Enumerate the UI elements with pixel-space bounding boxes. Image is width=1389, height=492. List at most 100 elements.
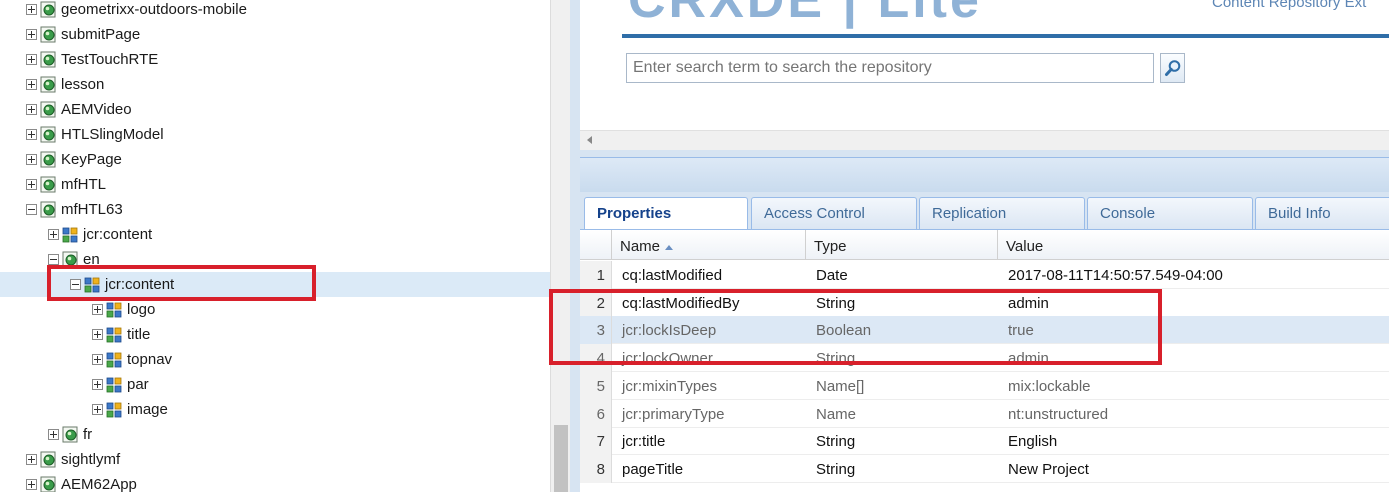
- tree-node-label: AEM62App: [61, 476, 137, 492]
- expand-icon[interactable]: [26, 479, 37, 490]
- property-name: cq:lastModifiedBy: [622, 294, 740, 312]
- scroll-left-arrow-icon[interactable]: [587, 136, 592, 144]
- property-value: nt:unstructured: [1008, 405, 1109, 423]
- tree-node[interactable]: mfHTL63: [0, 197, 550, 222]
- expand-icon[interactable]: [48, 229, 59, 240]
- header-horizontal-scrollbar[interactable]: [580, 130, 1389, 150]
- tree-node[interactable]: AEMVideo: [0, 97, 550, 122]
- tree-node[interactable]: KeyPage: [0, 147, 550, 172]
- table-row[interactable]: 4 jcr:lockOwner String admin: [580, 344, 1389, 373]
- row-number: 3: [580, 316, 612, 345]
- tab-replication[interactable]: Replication: [919, 197, 1085, 229]
- property-name: jcr:primaryType: [622, 405, 725, 423]
- tree-node-label: TestTouchRTE: [61, 51, 159, 68]
- app-logo: CRXDE | Lite: [628, 0, 982, 29]
- expand-icon[interactable]: [26, 29, 37, 40]
- expand-icon[interactable]: [92, 404, 103, 415]
- tree-node[interactable]: TestTouchRTE: [0, 47, 550, 72]
- table-row[interactable]: 3 jcr:lockIsDeep Boolean true: [580, 316, 1389, 345]
- tree-node-label: fr: [83, 426, 93, 443]
- collapse-icon[interactable]: [26, 204, 37, 215]
- table-row[interactable]: 1 cq:lastModified Date 2017-08-11T14:50:57.…: [580, 261, 1389, 289]
- tab-build-info[interactable]: Build Info: [1255, 197, 1389, 229]
- tree-node[interactable]: image: [0, 397, 550, 422]
- panel-title-bar: [580, 157, 1389, 192]
- property-name: jcr:lockIsDeep: [622, 322, 717, 340]
- property-value: English: [1008, 433, 1058, 451]
- table-row[interactable]: 5 jcr:mixinTypes Name[] mix:lockable: [580, 371, 1389, 400]
- collapse-icon[interactable]: [70, 279, 81, 290]
- tab-console[interactable]: Console: [1087, 197, 1253, 229]
- column-header-type[interactable]: Type: [806, 230, 998, 260]
- expand-icon[interactable]: [26, 154, 37, 165]
- tree-scrollbar-thumb[interactable]: [554, 425, 568, 492]
- tab-properties[interactable]: Properties: [584, 197, 748, 230]
- expand-icon[interactable]: [92, 379, 103, 390]
- expand-icon[interactable]: [48, 429, 59, 440]
- property-type: String: [816, 433, 856, 451]
- search-button[interactable]: [1160, 53, 1185, 83]
- tree-node[interactable]: HTLSlingModel: [0, 122, 550, 147]
- tree-node[interactable]: jcr:content: [0, 222, 550, 247]
- page-node-icon: [40, 176, 56, 193]
- tree-node[interactable]: logo: [0, 297, 550, 322]
- expand-icon[interactable]: [26, 129, 37, 140]
- tree-node-label: topnav: [127, 351, 173, 368]
- tree-scrollbar[interactable]: [550, 0, 570, 492]
- right-panel: CRXDE | Lite Content Repository Ext Prop…: [570, 0, 1389, 492]
- expand-icon[interactable]: [92, 329, 103, 340]
- page-node-icon: [40, 151, 56, 168]
- tree-node-label: title: [127, 326, 151, 343]
- tree-node[interactable]: fr: [0, 422, 550, 447]
- property-value: true: [1008, 322, 1034, 340]
- tree-node-label: mfHTL: [61, 176, 106, 193]
- table-row[interactable]: 2 cq:lastModifiedBy String admin: [580, 288, 1389, 317]
- expand-icon[interactable]: [26, 454, 37, 465]
- tree-node[interactable]: title: [0, 322, 550, 347]
- tree-node[interactable]: geometrixx-outdoors-mobile: [0, 0, 550, 22]
- expand-icon[interactable]: [26, 104, 37, 115]
- expand-icon[interactable]: [26, 179, 37, 190]
- tree-node[interactable]: submitPage: [0, 22, 550, 47]
- grid-header: Name Type Value: [580, 230, 1389, 260]
- tree-node[interactable]: topnav: [0, 347, 550, 372]
- tree-node[interactable]: mfHTL: [0, 172, 550, 197]
- page-node-icon: [62, 426, 78, 443]
- expand-icon[interactable]: [26, 79, 37, 90]
- page-node-icon: [40, 451, 56, 468]
- expand-icon[interactable]: [26, 4, 37, 15]
- expand-icon[interactable]: [92, 304, 103, 315]
- page-node-icon: [40, 126, 56, 143]
- app-header: CRXDE | Lite Content Repository Ext: [580, 0, 1389, 150]
- table-row[interactable]: 7 jcr:title String English: [580, 427, 1389, 456]
- tree-node-label: mfHTL63: [61, 201, 123, 218]
- tab-access-control[interactable]: Access Control: [751, 197, 917, 229]
- header-divider: [622, 34, 1389, 38]
- property-name: cq:lastModified: [622, 267, 723, 284]
- tree-node-label: par: [127, 376, 149, 393]
- table-row[interactable]: 8 pageTitle String New Project: [580, 454, 1389, 483]
- property-name: jcr:title: [622, 433, 666, 451]
- property-name: jcr:mixinTypes: [622, 377, 718, 395]
- magnifier-icon: [1164, 60, 1180, 76]
- component-node-icon: [106, 402, 122, 418]
- tree-node-label: sightlymf: [61, 451, 121, 468]
- expand-icon[interactable]: [26, 54, 37, 65]
- tree-node[interactable]: par: [0, 372, 550, 397]
- tree-node[interactable]: en: [0, 247, 550, 272]
- properties-grid: Name Type Value 1 cq:lastModified Date 2017…: [580, 229, 1389, 492]
- tree-node[interactable]: jcr:content: [0, 272, 550, 297]
- tree-node-label: jcr:content: [83, 226, 153, 243]
- expand-icon[interactable]: [92, 354, 103, 365]
- search-input[interactable]: [627, 54, 1153, 82]
- collapse-icon[interactable]: [48, 254, 59, 265]
- table-row[interactable]: 6 jcr:primaryType Name nt:unstructured: [580, 399, 1389, 428]
- property-type: String: [816, 460, 856, 478]
- tree-node[interactable]: AEM62App: [0, 472, 550, 492]
- column-header-name[interactable]: Name: [612, 230, 806, 260]
- row-number: 4: [580, 344, 612, 373]
- tree-node-label: logo: [127, 301, 156, 318]
- column-header-value[interactable]: Value: [998, 230, 1389, 260]
- tree-node[interactable]: sightlymf: [0, 447, 550, 472]
- tree-node[interactable]: lesson: [0, 72, 550, 97]
